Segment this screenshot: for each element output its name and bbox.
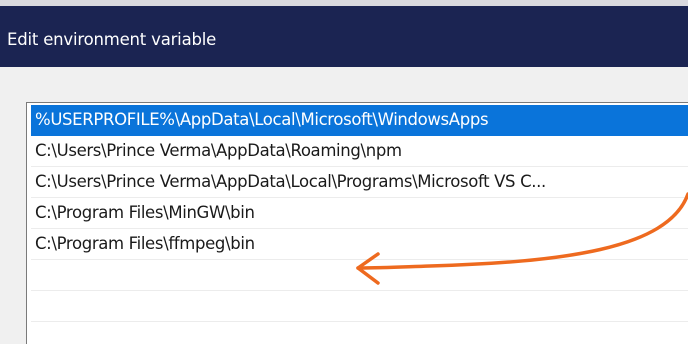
window-title: Edit environment variable bbox=[7, 30, 217, 49]
path-list[interactable]: %USERPROFILE%\AppData\Local\Microsoft\Wi… bbox=[26, 102, 688, 344]
list-item[interactable]: C:\Program Files\MinGW\bin bbox=[31, 198, 688, 229]
list-item-label: C:\Program Files\ffmpeg\bin bbox=[35, 234, 255, 253]
title-bar[interactable]: Edit environment variable bbox=[0, 6, 688, 67]
list-item[interactable]: %USERPROFILE%\AppData\Local\Microsoft\Wi… bbox=[31, 105, 688, 136]
list-item[interactable]: C:\Program Files\ffmpeg\bin bbox=[31, 229, 688, 260]
list-item-label: C:\Users\Prince Verma\AppData\Local\Prog… bbox=[35, 172, 546, 191]
list-item[interactable]: C:\Users\Prince Verma\AppData\Local\Prog… bbox=[31, 167, 688, 198]
list-item-label: %USERPROFILE%\AppData\Local\Microsoft\Wi… bbox=[35, 110, 489, 129]
list-item-label: C:\Users\Prince Verma\AppData\Roaming\np… bbox=[35, 141, 402, 160]
list-item-empty[interactable] bbox=[31, 260, 688, 291]
list-item[interactable]: C:\Users\Prince Verma\AppData\Roaming\np… bbox=[31, 136, 688, 167]
list-item-empty[interactable] bbox=[31, 291, 688, 322]
list-item-label: C:\Program Files\MinGW\bin bbox=[35, 203, 255, 222]
edit-env-var-dialog: Edit environment variable %USERPROFILE%\… bbox=[0, 0, 688, 344]
